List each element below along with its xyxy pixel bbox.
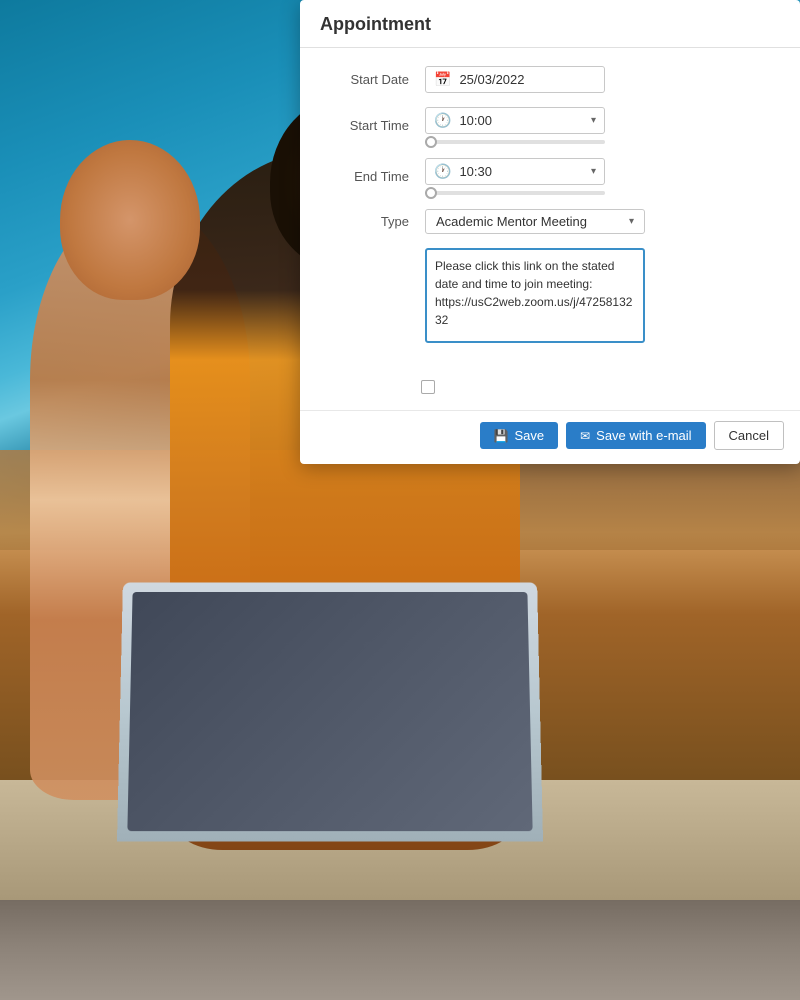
start-time-slider-thumb (425, 136, 437, 148)
laptop (117, 582, 543, 841)
type-select[interactable]: Academic Mentor Meeting ▾ (425, 209, 645, 234)
end-time-label: End Time (320, 169, 425, 184)
start-date-input[interactable]: 📅 25/03/2022 (425, 66, 605, 93)
start-time-slider[interactable] (425, 140, 605, 144)
checkbox[interactable] (421, 380, 435, 394)
type-value: Academic Mentor Meeting (436, 214, 621, 229)
start-time-value: 10:00 (459, 113, 583, 128)
end-time-slider-thumb (425, 187, 437, 199)
end-time-chevron-icon: ▾ (591, 166, 596, 177)
end-time-clock-icon: 🕐 (434, 163, 451, 180)
dialog-container: Appointment Start Date 📅 25/03/2022 Star… (300, 0, 800, 464)
end-time-slider[interactable] (425, 191, 605, 195)
appointment-dialog: Appointment Start Date 📅 25/03/2022 Star… (300, 0, 800, 470)
save-with-email-label: Save with e-mail (596, 428, 691, 443)
start-time-row: Start Time 🕐 10:00 ▾ (320, 107, 780, 144)
notes-row: Please click this link on the stated dat… (320, 248, 780, 348)
dialog-footer: 💾 Save ✉ Save with e-mail Cancel (300, 410, 800, 464)
checkbox-row (421, 380, 800, 394)
laptop-screen (127, 592, 532, 831)
save-label: Save (514, 428, 544, 443)
end-time-value: 10:30 (459, 164, 583, 179)
end-time-control: 🕐 10:30 ▾ (425, 158, 780, 195)
save-button[interactable]: 💾 Save (480, 422, 559, 449)
type-row: Type Academic Mentor Meeting ▾ (320, 209, 780, 234)
start-date-value: 25/03/2022 (459, 72, 596, 87)
save-icon: 💾 (494, 429, 509, 443)
cancel-label: Cancel (729, 428, 769, 443)
start-date-control: 📅 25/03/2022 (425, 66, 780, 93)
person-left-head (60, 140, 200, 300)
dialog-body: Start Date 📅 25/03/2022 Start Time 🕐 10:… (300, 48, 800, 380)
dialog-title-bar: Appointment (300, 0, 800, 48)
start-time-control: 🕐 10:00 ▾ (425, 107, 780, 144)
start-time-select-wrap: 🕐 10:00 ▾ (425, 107, 780, 144)
save-with-email-button[interactable]: ✉ Save with e-mail (566, 422, 705, 449)
start-date-label: Start Date (320, 72, 425, 87)
start-time-select[interactable]: 🕐 10:00 ▾ (425, 107, 605, 134)
start-time-chevron-icon: ▾ (591, 115, 596, 126)
end-time-select[interactable]: 🕐 10:30 ▾ (425, 158, 605, 185)
notes-control: Please click this link on the stated dat… (425, 248, 780, 348)
dialog-title: Appointment (320, 14, 431, 34)
cancel-button[interactable]: Cancel (714, 421, 784, 450)
calendar-icon: 📅 (434, 71, 451, 88)
notes-textarea[interactable]: Please click this link on the stated dat… (425, 248, 645, 343)
type-control: Academic Mentor Meeting ▾ (425, 209, 780, 234)
email-icon: ✉ (580, 429, 590, 443)
start-time-clock-icon: 🕐 (434, 112, 451, 129)
type-chevron-icon: ▾ (629, 216, 634, 227)
start-time-label: Start Time (320, 118, 425, 133)
type-label: Type (320, 214, 425, 229)
end-time-row: End Time 🕐 10:30 ▾ (320, 158, 780, 195)
end-time-select-wrap: 🕐 10:30 ▾ (425, 158, 780, 195)
start-date-row: Start Date 📅 25/03/2022 (320, 66, 780, 93)
